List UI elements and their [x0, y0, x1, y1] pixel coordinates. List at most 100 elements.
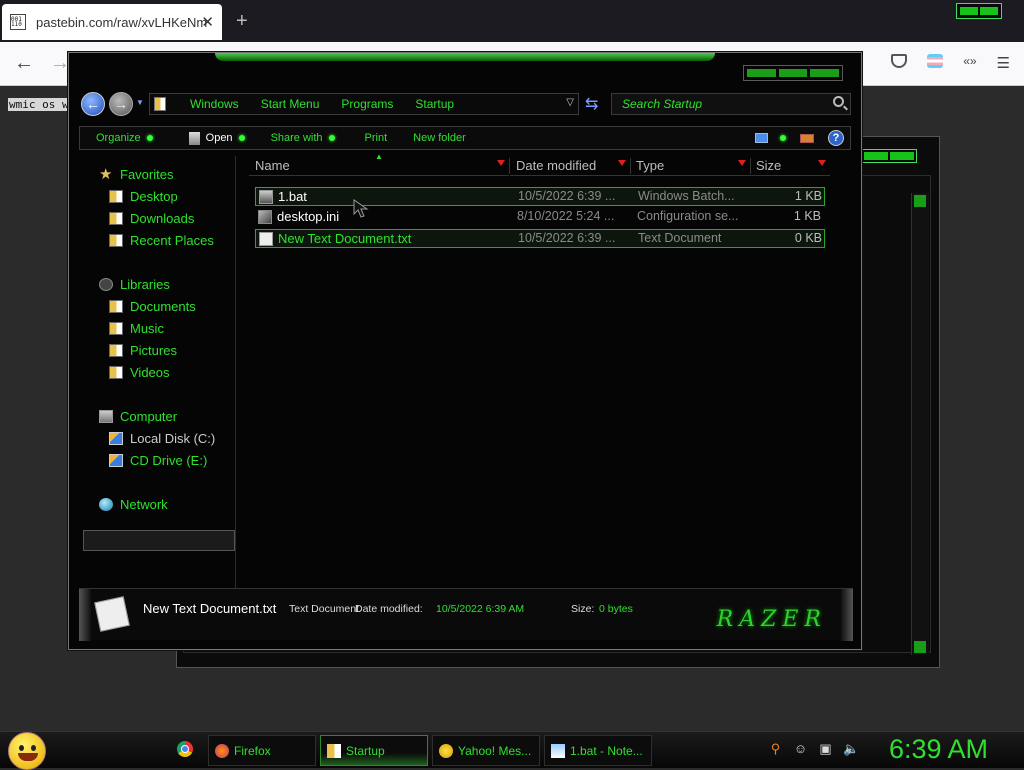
scroll-up-icon[interactable] [914, 195, 926, 207]
file-type: Configuration se... [637, 209, 739, 223]
taskbar-startup[interactable]: Startup [320, 735, 428, 766]
yahoo-tray-icon[interactable]: ☺ [793, 741, 808, 756]
computer-icon [99, 409, 113, 423]
network-icon [99, 497, 113, 511]
browser-tab-strip: 001 110 pastebin.com/raw/xvLHKeNm ✕ + [0, 0, 1024, 42]
nav-network[interactable]: Network [99, 494, 168, 514]
volume-icon[interactable]: 🔈 [843, 741, 859, 756]
browser-tab[interactable]: 001 110 pastebin.com/raw/xvLHKeNm ✕ [2, 4, 222, 40]
file-row[interactable]: New Text Document.txt 10/5/2022 6:39 ...… [255, 229, 825, 248]
column-name[interactable]: Name [249, 156, 510, 176]
window-controls[interactable] [956, 3, 1002, 19]
nav-downloads[interactable]: Downloads [109, 208, 194, 228]
taskbar-clock[interactable]: 6:39 AM [889, 734, 988, 765]
yahoo-messenger-icon [439, 743, 453, 758]
nav-recent-places[interactable]: Recent Places [109, 230, 214, 250]
column-type[interactable]: Type [630, 156, 751, 176]
back-button[interactable]: ← [81, 92, 105, 116]
nav-computer[interactable]: Computer [99, 406, 177, 426]
print-button[interactable]: Print [365, 132, 388, 144]
new-tab-button[interactable]: + [236, 10, 248, 33]
forward-arrow-icon[interactable]: → [50, 52, 70, 75]
folder-icon [109, 233, 123, 247]
nav-videos[interactable]: Videos [109, 362, 170, 382]
organize-button[interactable]: Organize [96, 132, 153, 144]
breadcrumb-windows[interactable]: Windows [190, 97, 239, 111]
extension-flag-icon[interactable] [927, 54, 944, 68]
file-date: 10/5/2022 6:39 ... [518, 189, 616, 203]
share-with-button[interactable]: Share with [271, 132, 335, 144]
scroll-down-icon[interactable] [914, 641, 926, 653]
new-folder-button[interactable]: New folder [413, 132, 466, 144]
toolbar-right: «» ☰ [891, 54, 1010, 72]
nav-pictures[interactable]: Pictures [109, 340, 177, 360]
command-bar-right: ? [755, 130, 844, 146]
command-bar: Organize Open Share with Print New folde… [79, 126, 851, 150]
details-pane: New Text Document.txt Text Document Date… [79, 588, 853, 641]
library-icon [99, 277, 113, 291]
folder-icon [109, 365, 123, 379]
breadcrumb-programs[interactable]: Programs [341, 97, 393, 111]
extension-icon[interactable]: «» [963, 54, 976, 72]
folder-icon [327, 743, 341, 758]
cursor-icon [353, 199, 369, 218]
address-bar[interactable]: Windows Start Menu Programs Startup ▽ [149, 93, 579, 115]
taskbar-yahoo-messenger[interactable]: Yahoo! Mes... [432, 735, 540, 766]
preview-pane-icon[interactable] [800, 133, 814, 143]
window-controls[interactable] [743, 65, 843, 81]
nav-music[interactable]: Music [109, 318, 164, 338]
file-size: 0 KB [794, 231, 822, 245]
file-row[interactable]: 1.bat 10/5/2022 6:39 ... Windows Batch..… [255, 187, 825, 206]
favicon-icon: 001 110 [10, 14, 26, 30]
config-file-icon [258, 210, 272, 224]
taskbar-firefox[interactable]: Firefox [208, 735, 316, 766]
file-row[interactable]: desktop.ini 8/10/2022 5:24 ... Configura… [255, 208, 825, 227]
file-list: ▲ Name Date modified Type Size 1.bat 10/… [239, 152, 853, 588]
close-icon[interactable]: ✕ [201, 13, 214, 31]
file-name: 1.bat [278, 189, 307, 204]
pocket-icon[interactable] [891, 54, 908, 68]
nav-libraries[interactable]: Libraries [99, 274, 170, 294]
breadcrumb-startup[interactable]: Startup [415, 97, 454, 111]
chevron-down-icon [618, 160, 626, 166]
nav-desktop[interactable]: Desktop [109, 186, 178, 206]
menu-icon[interactable]: ☰ [997, 54, 1010, 72]
start-button[interactable] [8, 732, 46, 770]
folder-icon [109, 343, 123, 357]
forward-button[interactable]: → [109, 92, 133, 116]
details-modified-value: 10/5/2022 6:39 AM [436, 603, 525, 615]
nav-favorites[interactable]: ★ Favorites [99, 164, 173, 184]
razer-logo: RAZER [716, 607, 827, 632]
column-size[interactable]: Size [750, 156, 830, 176]
nav-cd-drive[interactable]: CD Drive (E:) [109, 450, 207, 470]
cd-drive-icon [109, 453, 123, 467]
details-edge [79, 589, 91, 641]
recent-pages-icon[interactable]: ▼ [136, 98, 144, 107]
network-icon[interactable]: ▣ [818, 741, 833, 756]
details-file-name: New Text Document.txt [143, 601, 277, 616]
file-size: 1 KB [793, 209, 821, 223]
back-arrow-icon[interactable]: ← [14, 52, 34, 75]
help-icon[interactable]: ? [828, 130, 844, 146]
view-dropdown[interactable] [774, 135, 786, 141]
star-icon: ★ [99, 165, 113, 183]
chrome-icon[interactable] [177, 741, 193, 757]
open-button[interactable]: Open [188, 131, 245, 145]
breadcrumb-start-menu[interactable]: Start Menu [261, 97, 320, 111]
chevron-down-icon[interactable]: ▽ [566, 97, 574, 108]
search-icon[interactable] [833, 96, 844, 107]
search-input[interactable]: Search Startup [611, 93, 851, 115]
taskbar-notepad[interactable]: 1.bat - Note... [544, 735, 652, 766]
column-date-modified[interactable]: Date modified [510, 156, 631, 176]
folder-icon [109, 211, 123, 225]
scrollbar[interactable] [911, 193, 929, 655]
nav-documents[interactable]: Documents [109, 296, 196, 316]
system-tray: ⚲ ☺ ▣ 🔈 [768, 741, 859, 756]
chevron-down-icon [497, 160, 505, 166]
explorer-window[interactable]: ← → ▼ Windows Start Menu Programs Startu… [68, 52, 862, 650]
window-controls[interactable] [861, 149, 917, 163]
nav-local-disk[interactable]: Local Disk (C:) [109, 428, 215, 448]
search-icon[interactable]: ⚲ [768, 741, 783, 756]
change-view-icon[interactable] [755, 133, 768, 143]
refresh-icon[interactable]: ⇆ [585, 94, 598, 114]
